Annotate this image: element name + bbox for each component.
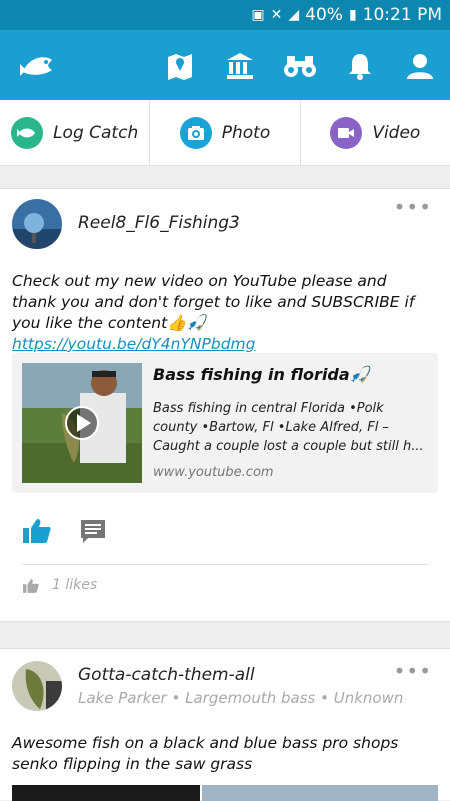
profile-icon[interactable] [402, 48, 438, 84]
like-button[interactable] [22, 517, 52, 549]
thumbs-up-icon [23, 519, 51, 543]
status-bar: ▣ ✕ ◢ 40% ▮ 10:21 PM [0, 0, 450, 30]
link-preview-card[interactable]: Bass fishing in florida🎣 Bass fishing in… [12, 353, 438, 493]
signal-icon: ◢ [288, 7, 300, 23]
binoculars-icon[interactable] [282, 48, 318, 84]
video-label: Video [372, 122, 421, 143]
more-options-icon[interactable]: ••• [394, 195, 432, 219]
avatar[interactable] [12, 661, 62, 711]
map-icon[interactable] [162, 48, 198, 84]
app-header [0, 30, 450, 100]
post-text: Check out my new video on YouTube please… [12, 271, 432, 355]
post-photo[interactable] [202, 785, 438, 801]
feed-post: Gotta-catch-them-all ••• Lake Parker • L… [0, 648, 450, 801]
log-catch-label: Log Catch [53, 122, 139, 143]
avatar[interactable] [12, 199, 62, 249]
battery-icon: ▮ [348, 7, 357, 23]
comment-icon [81, 520, 105, 543]
post-username[interactable]: Gotta-catch-them-all [78, 665, 255, 685]
link-preview-domain: www.youtube.com [153, 465, 274, 480]
notifications-bell-icon[interactable] [342, 48, 378, 84]
clock: 10:21 PM [362, 5, 442, 25]
likes-count[interactable]: 1 likes [52, 577, 97, 593]
video-icon [330, 116, 363, 149]
link-preview-title: Bass fishing in florida🎣 [153, 365, 370, 384]
more-options-icon[interactable]: ••• [394, 659, 432, 683]
comment-button[interactable] [80, 519, 106, 549]
mute-icon: ✕ [270, 7, 283, 23]
video-button[interactable]: Video [301, 100, 450, 165]
photo-label: Photo [221, 122, 271, 143]
link-preview-description: Bass fishing in central Florida •Polk co… [153, 401, 424, 454]
likes-thumb-icon [22, 578, 40, 598]
battery-percent: 40% [305, 5, 343, 25]
catch-meta: Lake Parker • Largemouth bass • Unknown [78, 689, 404, 707]
camera-icon [179, 116, 212, 149]
post-text: Awesome fish on a black and blue bass pr… [12, 734, 399, 773]
divider [22, 564, 428, 565]
compose-action-bar: Log Catch Photo Video [0, 100, 450, 166]
fishbrain-logo-icon[interactable] [18, 48, 58, 82]
fish-icon [11, 116, 44, 149]
photo-button[interactable]: Photo [150, 100, 301, 165]
battery-saver-icon: ▣ [251, 7, 265, 23]
post-link[interactable]: https://youtu.be/dY4nYNPbdmg [12, 335, 255, 353]
institution-icon[interactable] [222, 48, 258, 84]
post-photo[interactable] [12, 785, 200, 801]
post-body: Check out my new video on YouTube please… [12, 272, 415, 332]
feed-post: Reel8_Fl6_Fishing3 ••• Check out my new … [0, 188, 450, 622]
post-username[interactable]: Reel8_Fl6_Fishing3 [78, 213, 240, 233]
log-catch-button[interactable]: Log Catch [0, 100, 151, 165]
video-thumbnail[interactable] [22, 363, 142, 483]
